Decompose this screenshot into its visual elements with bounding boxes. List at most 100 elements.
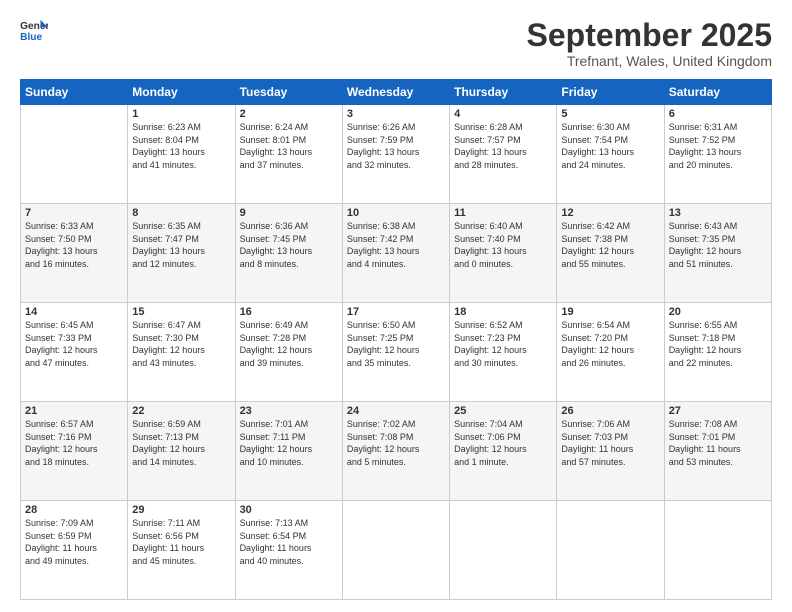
logo: General Blue	[20, 18, 48, 42]
day-number: 21	[25, 405, 123, 417]
day-number: 18	[454, 306, 552, 318]
calendar-title: September 2025	[527, 18, 772, 53]
day-number: 17	[347, 306, 445, 318]
day-cell: 7Sunrise: 6:33 AMSunset: 7:50 PMDaylight…	[21, 204, 128, 303]
day-cell: 28Sunrise: 7:09 AMSunset: 6:59 PMDayligh…	[21, 501, 128, 600]
svg-text:Blue: Blue	[20, 32, 42, 42]
day-number: 27	[669, 405, 767, 417]
day-detail: Sunrise: 7:11 AMSunset: 6:56 PMDaylight:…	[132, 517, 230, 567]
day-detail: Sunrise: 6:26 AMSunset: 7:59 PMDaylight:…	[347, 121, 445, 171]
day-detail: Sunrise: 7:09 AMSunset: 6:59 PMDaylight:…	[25, 517, 123, 567]
day-cell: 16Sunrise: 6:49 AMSunset: 7:28 PMDayligh…	[235, 303, 342, 402]
day-cell	[664, 501, 771, 600]
day-detail: Sunrise: 6:23 AMSunset: 8:04 PMDaylight:…	[132, 121, 230, 171]
week-row-5: 28Sunrise: 7:09 AMSunset: 6:59 PMDayligh…	[21, 501, 772, 600]
day-detail: Sunrise: 6:45 AMSunset: 7:33 PMDaylight:…	[25, 319, 123, 369]
day-number: 26	[561, 405, 659, 417]
day-number: 29	[132, 504, 230, 516]
day-number: 7	[25, 207, 123, 219]
day-cell: 10Sunrise: 6:38 AMSunset: 7:42 PMDayligh…	[342, 204, 449, 303]
day-detail: Sunrise: 7:02 AMSunset: 7:08 PMDaylight:…	[347, 418, 445, 468]
day-cell: 4Sunrise: 6:28 AMSunset: 7:57 PMDaylight…	[450, 105, 557, 204]
day-detail: Sunrise: 7:13 AMSunset: 6:54 PMDaylight:…	[240, 517, 338, 567]
day-number: 30	[240, 504, 338, 516]
calendar-subtitle: Trefnant, Wales, United Kingdom	[527, 53, 772, 69]
day-number: 23	[240, 405, 338, 417]
day-detail: Sunrise: 6:47 AMSunset: 7:30 PMDaylight:…	[132, 319, 230, 369]
day-cell: 23Sunrise: 7:01 AMSunset: 7:11 PMDayligh…	[235, 402, 342, 501]
day-cell: 29Sunrise: 7:11 AMSunset: 6:56 PMDayligh…	[128, 501, 235, 600]
day-detail: Sunrise: 6:57 AMSunset: 7:16 PMDaylight:…	[25, 418, 123, 468]
day-number: 25	[454, 405, 552, 417]
day-detail: Sunrise: 6:49 AMSunset: 7:28 PMDaylight:…	[240, 319, 338, 369]
header: General Blue September 2025 Trefnant, Wa…	[20, 18, 772, 69]
calendar-table: Sunday Monday Tuesday Wednesday Thursday…	[20, 79, 772, 600]
day-number: 28	[25, 504, 123, 516]
day-number: 15	[132, 306, 230, 318]
page: General Blue September 2025 Trefnant, Wa…	[0, 0, 792, 612]
day-detail: Sunrise: 7:06 AMSunset: 7:03 PMDaylight:…	[561, 418, 659, 468]
day-cell	[557, 501, 664, 600]
day-number: 20	[669, 306, 767, 318]
day-number: 14	[25, 306, 123, 318]
day-number: 1	[132, 108, 230, 120]
day-number: 22	[132, 405, 230, 417]
day-cell: 24Sunrise: 7:02 AMSunset: 7:08 PMDayligh…	[342, 402, 449, 501]
col-monday: Monday	[128, 80, 235, 105]
day-detail: Sunrise: 6:30 AMSunset: 7:54 PMDaylight:…	[561, 121, 659, 171]
day-cell: 18Sunrise: 6:52 AMSunset: 7:23 PMDayligh…	[450, 303, 557, 402]
week-row-3: 14Sunrise: 6:45 AMSunset: 7:33 PMDayligh…	[21, 303, 772, 402]
day-cell: 2Sunrise: 6:24 AMSunset: 8:01 PMDaylight…	[235, 105, 342, 204]
day-detail: Sunrise: 7:04 AMSunset: 7:06 PMDaylight:…	[454, 418, 552, 468]
day-cell: 14Sunrise: 6:45 AMSunset: 7:33 PMDayligh…	[21, 303, 128, 402]
day-detail: Sunrise: 6:52 AMSunset: 7:23 PMDaylight:…	[454, 319, 552, 369]
day-number: 8	[132, 207, 230, 219]
day-cell: 15Sunrise: 6:47 AMSunset: 7:30 PMDayligh…	[128, 303, 235, 402]
day-number: 24	[347, 405, 445, 417]
week-row-4: 21Sunrise: 6:57 AMSunset: 7:16 PMDayligh…	[21, 402, 772, 501]
day-cell: 12Sunrise: 6:42 AMSunset: 7:38 PMDayligh…	[557, 204, 664, 303]
day-cell: 1Sunrise: 6:23 AMSunset: 8:04 PMDaylight…	[128, 105, 235, 204]
day-detail: Sunrise: 7:01 AMSunset: 7:11 PMDaylight:…	[240, 418, 338, 468]
day-number: 12	[561, 207, 659, 219]
day-detail: Sunrise: 6:54 AMSunset: 7:20 PMDaylight:…	[561, 319, 659, 369]
day-detail: Sunrise: 6:33 AMSunset: 7:50 PMDaylight:…	[25, 220, 123, 270]
day-cell: 22Sunrise: 6:59 AMSunset: 7:13 PMDayligh…	[128, 402, 235, 501]
day-detail: Sunrise: 6:42 AMSunset: 7:38 PMDaylight:…	[561, 220, 659, 270]
day-detail: Sunrise: 6:35 AMSunset: 7:47 PMDaylight:…	[132, 220, 230, 270]
col-thursday: Thursday	[450, 80, 557, 105]
day-detail: Sunrise: 7:08 AMSunset: 7:01 PMDaylight:…	[669, 418, 767, 468]
week-row-2: 7Sunrise: 6:33 AMSunset: 7:50 PMDaylight…	[21, 204, 772, 303]
day-detail: Sunrise: 6:38 AMSunset: 7:42 PMDaylight:…	[347, 220, 445, 270]
day-cell: 26Sunrise: 7:06 AMSunset: 7:03 PMDayligh…	[557, 402, 664, 501]
day-number: 13	[669, 207, 767, 219]
day-cell: 8Sunrise: 6:35 AMSunset: 7:47 PMDaylight…	[128, 204, 235, 303]
day-detail: Sunrise: 6:36 AMSunset: 7:45 PMDaylight:…	[240, 220, 338, 270]
day-cell: 13Sunrise: 6:43 AMSunset: 7:35 PMDayligh…	[664, 204, 771, 303]
day-detail: Sunrise: 6:59 AMSunset: 7:13 PMDaylight:…	[132, 418, 230, 468]
col-friday: Friday	[557, 80, 664, 105]
week-row-1: 1Sunrise: 6:23 AMSunset: 8:04 PMDaylight…	[21, 105, 772, 204]
day-number: 5	[561, 108, 659, 120]
day-number: 10	[347, 207, 445, 219]
day-number: 9	[240, 207, 338, 219]
day-detail: Sunrise: 6:50 AMSunset: 7:25 PMDaylight:…	[347, 319, 445, 369]
day-number: 6	[669, 108, 767, 120]
col-sunday: Sunday	[21, 80, 128, 105]
day-cell: 17Sunrise: 6:50 AMSunset: 7:25 PMDayligh…	[342, 303, 449, 402]
day-number: 2	[240, 108, 338, 120]
day-number: 4	[454, 108, 552, 120]
day-detail: Sunrise: 6:55 AMSunset: 7:18 PMDaylight:…	[669, 319, 767, 369]
col-saturday: Saturday	[664, 80, 771, 105]
day-detail: Sunrise: 6:24 AMSunset: 8:01 PMDaylight:…	[240, 121, 338, 171]
day-cell: 9Sunrise: 6:36 AMSunset: 7:45 PMDaylight…	[235, 204, 342, 303]
col-tuesday: Tuesday	[235, 80, 342, 105]
day-detail: Sunrise: 6:31 AMSunset: 7:52 PMDaylight:…	[669, 121, 767, 171]
day-number: 16	[240, 306, 338, 318]
header-row: Sunday Monday Tuesday Wednesday Thursday…	[21, 80, 772, 105]
title-block: September 2025 Trefnant, Wales, United K…	[527, 18, 772, 69]
day-cell: 27Sunrise: 7:08 AMSunset: 7:01 PMDayligh…	[664, 402, 771, 501]
day-cell: 21Sunrise: 6:57 AMSunset: 7:16 PMDayligh…	[21, 402, 128, 501]
day-cell: 3Sunrise: 6:26 AMSunset: 7:59 PMDaylight…	[342, 105, 449, 204]
col-wednesday: Wednesday	[342, 80, 449, 105]
